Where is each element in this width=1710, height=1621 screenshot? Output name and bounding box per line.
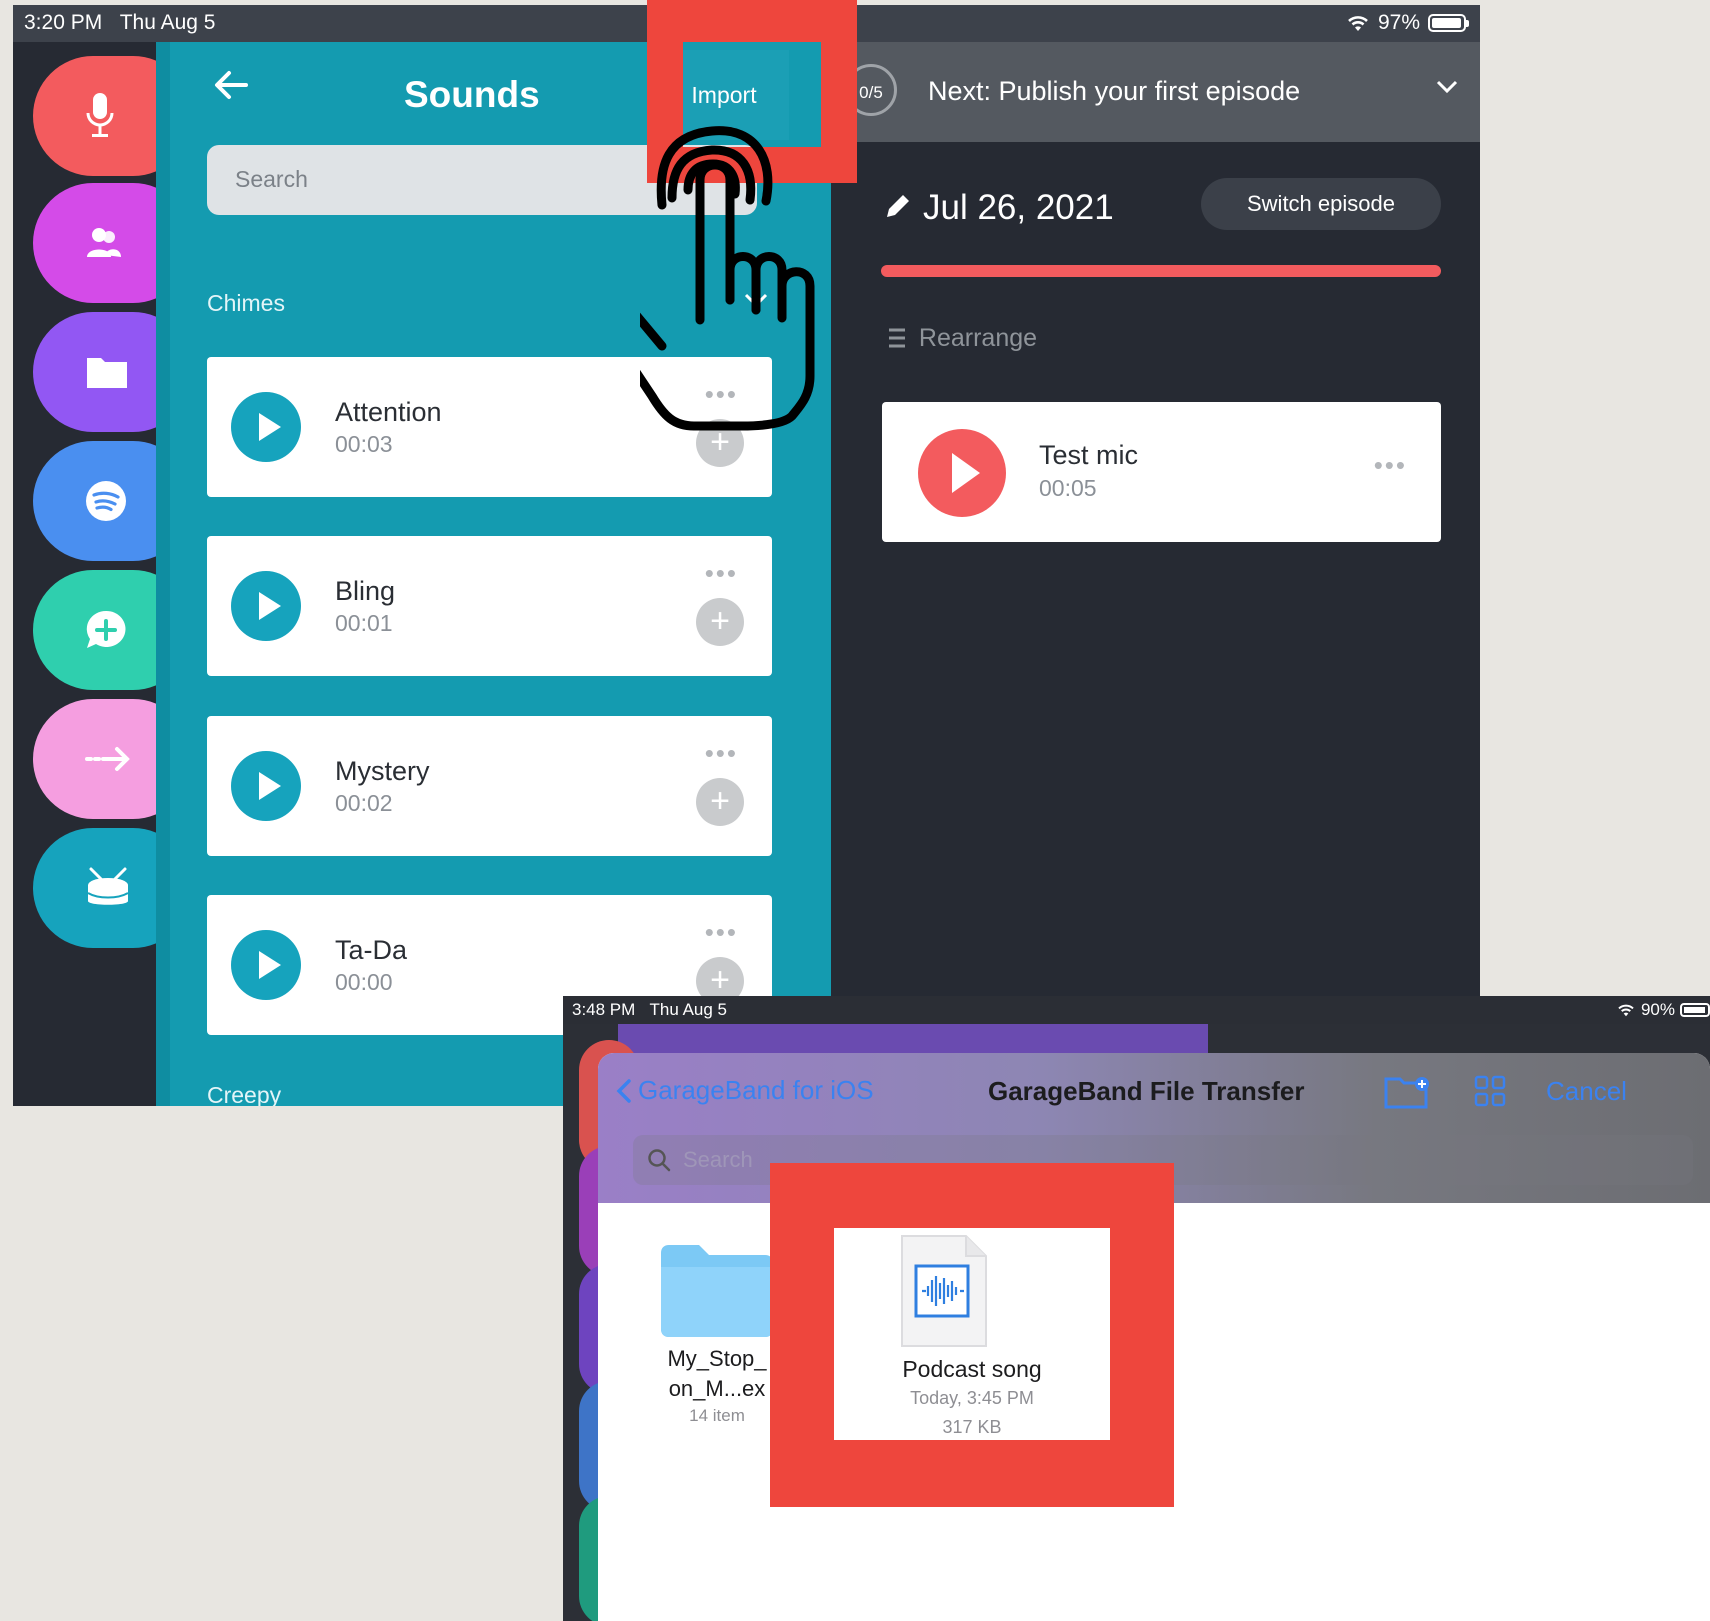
segment-card[interactable]: Test mic 00:05 ••• [882, 402, 1441, 542]
drum-icon [87, 867, 129, 905]
file-date: Today, 3:45 PM [910, 1388, 1034, 1408]
next-step-bar[interactable]: 0/5 Next: Publish your first episode [831, 42, 1480, 142]
battery-icon [1428, 14, 1469, 32]
chevron-down-icon[interactable] [1436, 80, 1458, 94]
sound-name: Attention [335, 397, 442, 427]
battery-percent: 90% [1640, 1000, 1675, 1019]
section-creepy-label: Creepy [207, 1082, 282, 1106]
play-button[interactable] [231, 571, 301, 641]
chevron-left-icon [616, 1078, 631, 1103]
chat-plus-icon [86, 610, 126, 648]
audio-file-icon [901, 1235, 987, 1347]
sound-duration: 00:00 [335, 969, 393, 995]
add-sound-button[interactable]: + [696, 778, 744, 826]
more-options-icon[interactable]: ••• [705, 738, 738, 769]
segment-name: Test mic [1039, 440, 1139, 470]
sound-duration: 00:03 [335, 431, 393, 457]
people-icon [87, 228, 121, 257]
more-options-icon[interactable]: ••• [1374, 450, 1407, 481]
transition-arrow-icon [85, 747, 130, 771]
episode-date: Jul 26, 2021 [923, 188, 1114, 227]
new-folder-icon[interactable] [1384, 1075, 1430, 1109]
section-chimes-label: Chimes [207, 290, 285, 316]
rearrange-label: Rearrange [918, 324, 1038, 352]
status-time: 3:20 PM Thu Aug 5 [24, 11, 216, 34]
sound-card[interactable]: Bling 00:01 ••• + [207, 536, 772, 676]
segment-duration: 00:05 [1039, 475, 1097, 501]
play-button[interactable] [918, 429, 1006, 517]
sound-duration: 00:02 [335, 790, 393, 816]
more-options-icon[interactable]: ••• [705, 917, 738, 948]
back-button[interactable]: GarageBand for iOS [616, 1075, 874, 1106]
switch-episode-button[interactable]: Switch episode [1201, 178, 1441, 230]
search-icon [648, 1149, 671, 1172]
status-right: 90% [1616, 1000, 1710, 1020]
sound-name: Mystery [335, 756, 430, 786]
folder-icon [661, 1245, 773, 1337]
sound-name: Ta-Da [335, 935, 408, 965]
sounds-title: Sounds [404, 74, 540, 115]
rearrange-button[interactable]: Rearrange [905, 324, 1037, 353]
hand-pointer-icon [640, 126, 815, 431]
back-label: GarageBand for iOS [638, 1075, 874, 1105]
add-sound-button[interactable]: + [696, 598, 744, 646]
sound-card[interactable]: Mystery 00:02 ••• + [207, 716, 772, 856]
picker-title: GarageBand File Transfer [988, 1076, 1305, 1106]
battery-percent: 97% [1377, 11, 1420, 34]
battery-icon [1680, 1003, 1710, 1017]
wifi-icon [1348, 16, 1368, 31]
play-button[interactable] [231, 392, 301, 462]
microphone-icon [86, 93, 114, 137]
folder-icon [87, 358, 127, 388]
spotify-icon [86, 481, 126, 521]
status-time: 3:48 PM Thu Aug 5 [572, 1000, 727, 1019]
play-button[interactable] [231, 930, 301, 1000]
file-item[interactable]: Podcast song Today, 3:45 PM 317 KB [834, 1228, 1110, 1440]
file-name: Podcast song [902, 1356, 1042, 1382]
more-options-icon[interactable]: ••• [705, 558, 738, 589]
grid-view-icon[interactable] [1474, 1075, 1506, 1107]
sound-name: Bling [335, 576, 396, 606]
next-step-label: Next: Publish your first episode [928, 76, 1301, 106]
background-header [618, 1024, 1208, 1054]
sound-duration: 00:01 [335, 610, 393, 636]
play-button[interactable] [231, 751, 301, 821]
episode-progress-bar [881, 265, 1441, 277]
wifi-icon [1618, 1004, 1634, 1017]
status-bar: 3:48 PM Thu Aug 5 90% [563, 996, 1710, 1024]
status-right: 97% [1346, 11, 1469, 35]
search-placeholder: Search [683, 1147, 753, 1172]
back-arrow-icon[interactable] [214, 70, 248, 100]
cancel-button[interactable]: Cancel [1546, 1076, 1627, 1107]
file-size: 317 KB [942, 1417, 1002, 1437]
